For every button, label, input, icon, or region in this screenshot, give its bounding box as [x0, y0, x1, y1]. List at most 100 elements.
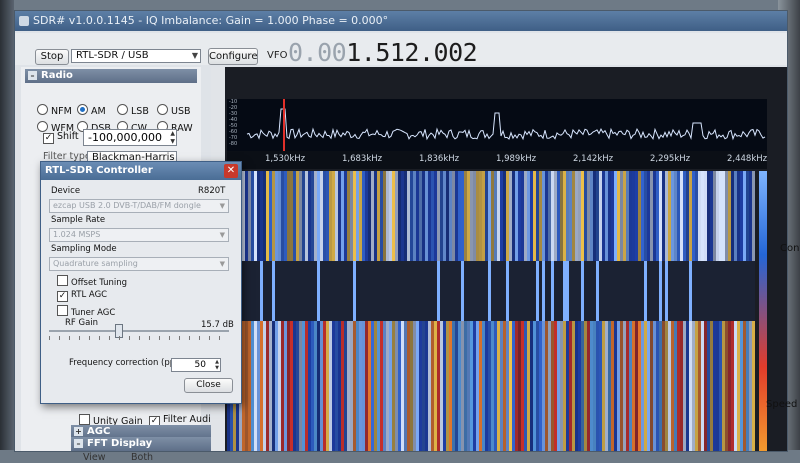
close-icon[interactable]: ✕: [224, 164, 238, 178]
waterfall-column: [701, 261, 704, 321]
waterfall-column: [641, 171, 644, 261]
stop-button[interactable]: Stop: [35, 49, 69, 65]
spectrum-analyzer[interactable]: -10 -20 -30 -40 -50 -60 -70 -80: [227, 99, 767, 151]
waterfall-column: [701, 321, 704, 451]
waterfall-column: [557, 261, 560, 321]
waterfall-column: [284, 321, 287, 451]
waterfall-column: [695, 261, 698, 321]
rtl-agc-checkbox[interactable]: ✓ RTL AGC: [57, 290, 107, 302]
waterfall-column: [473, 171, 476, 261]
radio-dot-icon: [37, 104, 48, 115]
waterfall-column: [305, 171, 308, 261]
waterfall-column: [653, 261, 656, 321]
waterfall-column: [473, 261, 476, 321]
waterfall-column: [536, 261, 539, 321]
waterfall-column: [467, 261, 470, 321]
waterfall-column: [326, 321, 329, 451]
mode-radio-lsb[interactable]: LSB: [117, 104, 149, 117]
waterfall-column: [443, 171, 446, 261]
device-select[interactable]: ezcap USB 2.0 DVB-T/DAB/FM dongle ▼: [49, 199, 229, 213]
title-bar: SDR# v1.0.0.1145 - IQ Imbalance: Gain = …: [15, 11, 787, 31]
shift-input[interactable]: -100,000,000 ▲ ▼: [83, 129, 177, 146]
waterfall-column: [263, 171, 266, 261]
waterfall-column: [353, 261, 356, 321]
waterfall-column: [440, 261, 443, 321]
waterfall-column: [362, 171, 365, 261]
waterfall-column: [332, 171, 335, 261]
spectrum-waterfall-area[interactable]: -10 -20 -30 -40 -50 -60 -70 -80 1,530kHz 1,683kH…: [211, 67, 787, 451]
sampling-mode-select[interactable]: Quadrature sampling ▼: [49, 257, 229, 271]
waterfall-column: [428, 321, 431, 451]
view-both-value[interactable]: Both: [131, 452, 153, 463]
vfo-frequency-display[interactable]: 0.001.512.002: [288, 38, 478, 67]
waterfall-column: [509, 321, 512, 451]
radio-dot-icon: [77, 104, 88, 115]
waterfall-column: [656, 171, 659, 261]
waterfall-column: [260, 321, 263, 451]
waterfall-column: [287, 171, 290, 261]
frequency-tick-label: 1,530kHz: [265, 154, 306, 164]
waterfall-column: [677, 171, 680, 261]
rf-gain-ticks: [49, 336, 229, 340]
waterfall-column: [320, 321, 323, 451]
fft-display-section-header[interactable]: – FFT Display: [71, 437, 219, 451]
waterfall-column: [683, 261, 686, 321]
radio-section-header[interactable]: – Radio: [25, 69, 197, 83]
waterfall-column: [314, 261, 317, 321]
waterfall-column: [503, 171, 506, 261]
frequency-tick-label: 2,295kHz: [650, 154, 691, 164]
waterfall-column: [329, 171, 332, 261]
waterfall-column: [659, 261, 662, 321]
waterfall-column: [347, 321, 350, 451]
rtl-sdr-controller-dialog: RTL-SDR Controller ✕ Device R820T ezcap …: [40, 161, 242, 404]
waterfall-column: [674, 321, 677, 451]
offset-tuning-checkbox[interactable]: Offset Tuning: [57, 275, 127, 288]
mode-radio-nfm[interactable]: NFM: [37, 104, 72, 117]
waterfall-column: [440, 321, 443, 451]
waterfall-column: [440, 171, 443, 261]
waterfall-column: [626, 171, 629, 261]
waterfall-column: [731, 261, 734, 321]
offset-tuning-label: Offset Tuning: [71, 278, 128, 288]
waterfall-column: [338, 321, 341, 451]
rf-gain-slider-track[interactable]: [49, 330, 229, 332]
waterfall-column: [536, 321, 539, 451]
waterfall-column: [383, 171, 386, 261]
waterfall-column: [425, 171, 428, 261]
waterfall-column: [674, 261, 677, 321]
waterfall-column: [275, 261, 278, 321]
waterfall-column: [374, 261, 377, 321]
waterfall-column: [734, 321, 737, 451]
tuner-agc-label: Tuner AGC: [71, 308, 116, 318]
waterfall-column: [542, 261, 545, 321]
frequency-correction-input[interactable]: 50 ▲ ▼: [171, 358, 221, 372]
close-button[interactable]: Close: [184, 378, 233, 393]
waterfall-column: [248, 261, 251, 321]
waterfall-column: [617, 321, 620, 451]
configure-button[interactable]: Configure: [208, 48, 258, 65]
waterfall-display[interactable]: [227, 171, 755, 451]
waterfall-column: [569, 321, 572, 451]
waterfall-column: [284, 261, 287, 321]
waterfall-column: [389, 261, 392, 321]
app-icon: [19, 16, 29, 26]
waterfall-column: [422, 321, 425, 451]
waterfall-column: [740, 261, 743, 321]
mode-radio-usb[interactable]: USB: [157, 104, 191, 117]
mode-radio-am[interactable]: AM: [77, 104, 106, 117]
waterfall-column: [728, 321, 731, 451]
waterfall-column: [341, 171, 344, 261]
waterfall-column: [635, 261, 638, 321]
checkbox-icon: ✓: [57, 291, 68, 302]
waterfall-column: [686, 321, 689, 451]
waterfall-column: [710, 321, 713, 451]
source-select[interactable]: RTL-SDR / USB ▼: [71, 49, 201, 63]
shift-checkbox[interactable]: ✓ Shift: [43, 131, 79, 144]
waterfall-column: [725, 321, 728, 451]
waterfall-column: [617, 171, 620, 261]
waterfall-column: [584, 321, 587, 451]
waterfall-column: [542, 171, 545, 261]
tuner-agc-checkbox[interactable]: Tuner AGC: [57, 305, 115, 318]
sample-rate-select[interactable]: 1.024 MSPS ▼: [49, 228, 229, 242]
waterfall-column: [689, 171, 692, 261]
